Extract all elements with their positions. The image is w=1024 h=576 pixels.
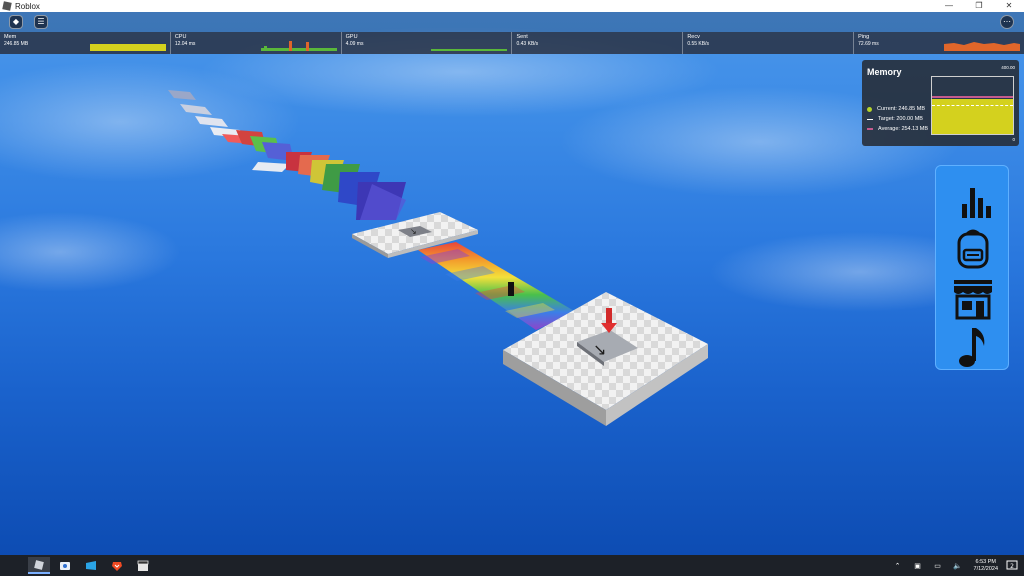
window-title-bar: Roblox — ❐ ✕	[0, 0, 1024, 12]
gpu-graph	[431, 49, 508, 51]
player-avatar	[508, 282, 514, 296]
memory-axis-max: 400.00	[1001, 65, 1015, 70]
memory-current-row: Current: 246.85 MB	[867, 106, 925, 112]
screenshot-app-icon	[60, 561, 70, 570]
window-title: Roblox	[15, 1, 40, 11]
mem-graph	[89, 44, 166, 51]
close-button[interactable]: ✕	[994, 0, 1024, 12]
stat-name: Sent	[516, 34, 528, 40]
rainbow-bridge	[418, 242, 576, 330]
stat-ping[interactable]: Ping 72.69 ms	[854, 32, 1024, 54]
memory-target-label: Target: 200.00 MB	[878, 116, 923, 122]
performance-stats-bar: Mem 246.85 MB CPU 12.04 ms GPU 4.09 ms S…	[0, 32, 1024, 54]
stat-cpu[interactable]: CPU 12.04 ms	[171, 32, 342, 54]
stat-mem[interactable]: Mem 246.85 MB	[0, 32, 171, 54]
taskbar-roblox-app[interactable]	[28, 557, 50, 574]
memory-average-row: Average: 254.13 MB	[867, 126, 928, 132]
minimize-button[interactable]: —	[934, 0, 964, 12]
cpu-graph	[260, 41, 337, 51]
shop-icon[interactable]	[950, 276, 996, 320]
taskbar-screenshot-app[interactable]	[54, 557, 76, 574]
taskbar-clapper-app[interactable]	[132, 557, 154, 574]
monitor-icon[interactable]: ▣	[912, 560, 924, 572]
stat-gpu[interactable]: GPU 4.09 ms	[342, 32, 513, 54]
memory-average-label: Average: 254.13 MB	[878, 126, 929, 132]
taskbar-brave-browser[interactable]	[106, 557, 128, 574]
current-swatch	[867, 106, 872, 112]
stat-sent[interactable]: Sent 0.43 KB/s	[512, 32, 684, 54]
game-viewport[interactable]: ↘ ↘ ◆ ☰ ⋯ Mem 246.85 MB CPU 12.04 ms GPU…	[0, 12, 1024, 555]
notifications-icon[interactable]: 2	[1006, 560, 1018, 571]
windows-taskbar: ⌃ ▣ ▭ 🔈 6:53 PM 7/12/2024 2	[0, 555, 1024, 576]
svg-text:↘: ↘	[410, 227, 417, 236]
stat-value: 0.43 KB/s	[516, 41, 539, 47]
roblox-menu-button[interactable]: ◆	[9, 15, 23, 29]
taskbar-windows-app[interactable]	[80, 557, 102, 574]
svg-text:↘: ↘	[593, 340, 606, 359]
game-side-menu	[935, 165, 1009, 370]
memory-detail-panel: Memory 400.00 0 Current: 246.85 MB Targe…	[862, 60, 1019, 146]
window-controls: — ❐ ✕	[934, 0, 1024, 12]
taskbar-clock[interactable]: 6:53 PM 7/12/2024	[974, 559, 998, 573]
stat-value: 0.55 KB/s	[687, 41, 709, 47]
memory-panel-title: Memory	[867, 67, 902, 77]
show-hidden-icons-icon[interactable]: ⌃	[892, 560, 904, 572]
chat-button[interactable]: ☰	[34, 15, 48, 29]
stats-icon[interactable]	[950, 178, 996, 222]
restore-button[interactable]: ❐	[964, 0, 994, 12]
average-swatch	[867, 128, 873, 130]
memory-current-label: Current: 246.85 MB	[877, 106, 925, 112]
clock-date: 7/12/2024	[973, 565, 998, 572]
memory-average-line	[932, 95, 1013, 98]
more-options-button[interactable]: ⋯	[1000, 15, 1014, 29]
windows-app-icon	[86, 560, 96, 570]
ping-graph	[943, 42, 1020, 51]
memory-graph	[931, 76, 1014, 135]
memory-target-line	[932, 104, 1013, 106]
roblox-top-bar: ◆ ☰ ⋯	[0, 12, 1024, 32]
target-swatch	[867, 118, 873, 120]
network-icon[interactable]: ▭	[932, 560, 944, 572]
notification-count: 2	[1010, 563, 1014, 570]
memory-target-row: Target: 200.00 MB	[867, 116, 923, 122]
stat-recv[interactable]: Recv 0.55 KB/s	[683, 32, 855, 54]
clock-time: 6:53 PM	[975, 558, 996, 565]
system-tray: ⌃ ▣ ▭ 🔈 6:53 PM 7/12/2024 2	[888, 555, 1024, 576]
colored-wedges	[286, 152, 406, 220]
roblox-menu-icon: ◆	[12, 17, 20, 26]
roblox-logo-icon	[2, 1, 12, 11]
memory-axis-min: 0	[1012, 137, 1015, 142]
music-icon[interactable]	[950, 324, 996, 368]
roblox-app-icon	[34, 559, 44, 570]
backpack-icon[interactable]	[950, 226, 996, 270]
brave-browser-icon	[112, 561, 122, 571]
volume-icon[interactable]: 🔈	[952, 560, 964, 572]
chat-icon: ☰	[37, 17, 45, 26]
clapper-app-icon	[137, 560, 149, 571]
more-icon: ⋯	[1003, 17, 1011, 26]
stat-name: Recv	[687, 34, 700, 40]
